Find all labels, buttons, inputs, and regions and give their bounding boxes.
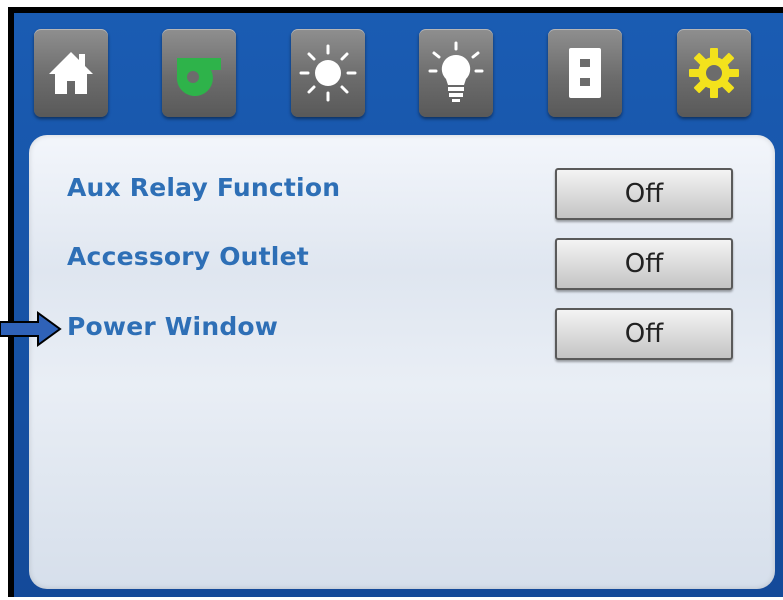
accessory-outlet-toggle[interactable]: Off — [555, 238, 733, 290]
nav-light-button[interactable] — [291, 29, 365, 117]
screen-background: Aux Relay Function Off Accessory Outlet … — [14, 13, 783, 597]
light-icon — [299, 44, 357, 102]
settings-panel: Aux Relay Function Off Accessory Outlet … — [29, 135, 775, 589]
home-icon — [49, 52, 93, 94]
gear-icon — [689, 48, 739, 98]
nav-outlet-button[interactable] — [548, 29, 622, 117]
fan-blower-icon — [176, 58, 221, 96]
nav-bulb-button[interactable] — [419, 29, 493, 117]
accessory-outlet-label: Accessory Outlet — [67, 242, 309, 271]
nav-home-button[interactable] — [34, 29, 108, 117]
power-window-label: Power Window — [67, 312, 279, 341]
pointer-arrow-icon — [0, 311, 62, 347]
aux-relay-function-toggle[interactable]: Off — [555, 168, 733, 220]
outlet-icon — [569, 48, 601, 98]
power-window-toggle[interactable]: Off — [555, 308, 733, 360]
aux-relay-function-label: Aux Relay Function — [67, 173, 341, 202]
nav-settings-button[interactable] — [677, 29, 751, 117]
lightbulb-icon — [428, 41, 484, 102]
screen-frame: Aux Relay Function Off Accessory Outlet … — [8, 7, 783, 597]
nav-blower-button[interactable] — [162, 29, 236, 117]
